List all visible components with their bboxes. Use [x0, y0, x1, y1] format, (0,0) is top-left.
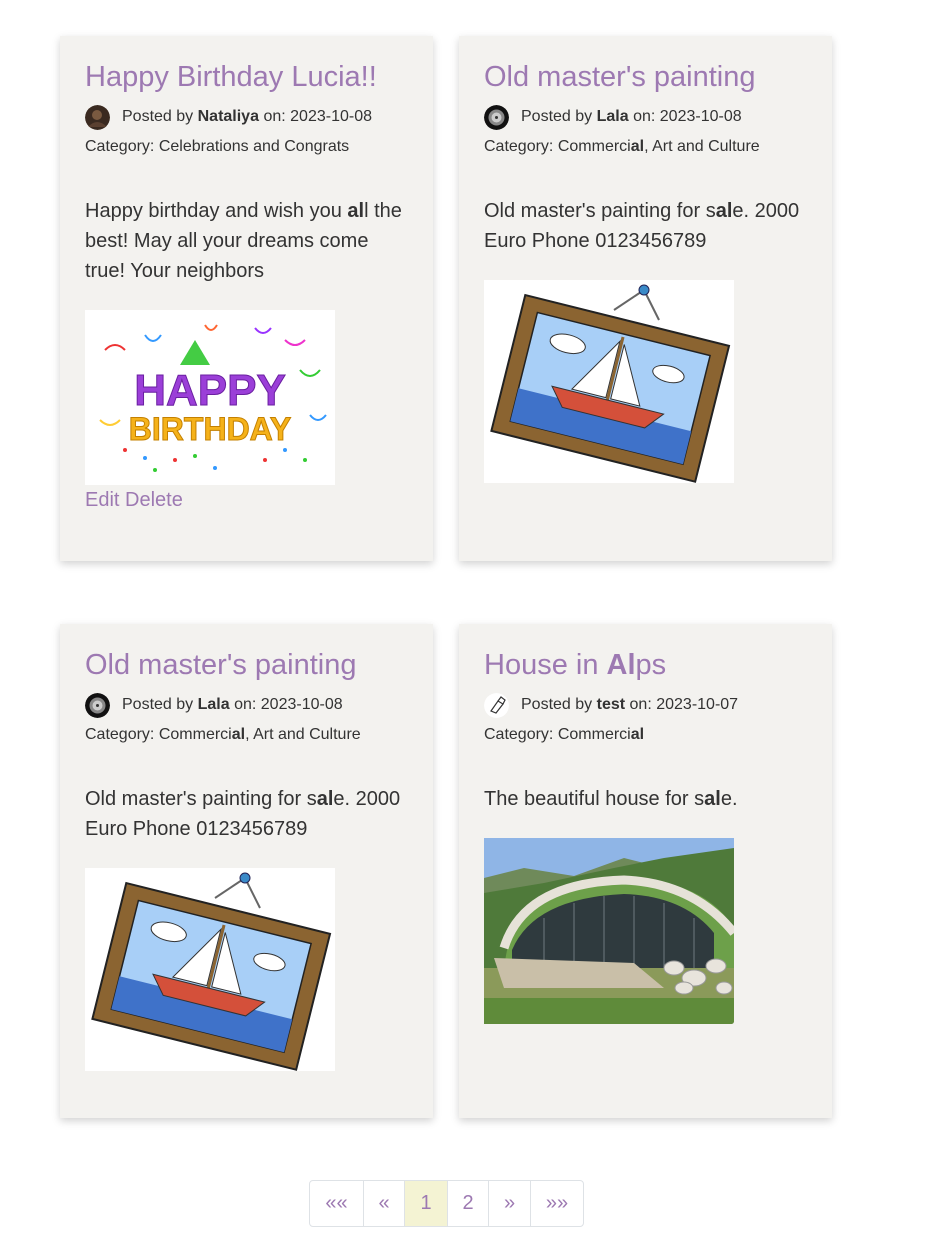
next-page-button[interactable]: »	[489, 1181, 531, 1226]
painting-image	[85, 868, 335, 1071]
post-card: Old master's painting Posted by Lala on:…	[60, 624, 433, 1118]
happy-birthday-image: HAPPY BIRTHDAY	[85, 310, 335, 485]
author-name: Lala	[596, 108, 629, 125]
on-label: on:	[263, 108, 286, 125]
post-date: 2023-10-08	[659, 108, 742, 125]
post-meta: Posted by test on: 2023-10-07	[484, 690, 807, 720]
painting-image	[484, 280, 734, 483]
post-body: The beautiful house for sale.	[484, 788, 738, 810]
author-avatar	[85, 104, 110, 130]
post-date: 2023-10-08	[290, 108, 372, 125]
post-body: Old master's painting for sale. 2000 Eur…	[484, 200, 800, 252]
post-body: Happy birthday and wish you all the best…	[85, 200, 402, 282]
author-name: Nataliya	[197, 108, 259, 125]
prev-page-button[interactable]: «	[364, 1181, 405, 1226]
alps-house-image	[484, 838, 734, 1024]
post-title[interactable]: Old master's painting	[85, 646, 408, 684]
category-label: Category:	[484, 726, 554, 743]
on-label: on:	[629, 696, 652, 713]
post-meta: Posted by Lala on: 2023-10-08	[85, 690, 408, 720]
post-meta: Posted by Nataliya on: 2023-10-08	[85, 102, 408, 132]
page-1-button[interactable]: 1	[405, 1181, 448, 1226]
category-label: Category:	[85, 138, 155, 155]
posted-by-label: Posted by	[521, 696, 593, 713]
author-name: Lala	[197, 696, 230, 713]
post-date: 2023-10-08	[260, 696, 343, 713]
category-label: Category:	[85, 726, 155, 743]
post-card: Old master's painting Posted by Lala on:…	[459, 36, 832, 561]
on-label: on:	[234, 696, 257, 713]
delete-link[interactable]: Delete	[125, 489, 183, 511]
post-card: House in Alps Posted by test on: 2023-10…	[459, 624, 832, 1118]
last-page-button[interactable]: »»	[531, 1181, 583, 1226]
post-body: Old master's painting for sale. 2000 Eur…	[85, 788, 401, 840]
post-category: Category: Commercial, Art and Culture	[484, 138, 760, 155]
svg-text:BIRTHDAY: BIRTHDAY	[129, 411, 291, 447]
post-title[interactable]: House in Alps	[484, 646, 807, 684]
post-category: Category: Commercial	[484, 726, 645, 743]
post-title[interactable]: Old master's painting	[484, 58, 807, 96]
posted-by-label: Posted by	[122, 108, 194, 125]
page-2-button[interactable]: 2	[448, 1181, 489, 1226]
posted-by-label: Posted by	[521, 108, 593, 125]
post-title[interactable]: Happy Birthday Lucia!!	[85, 58, 408, 96]
post-meta: Posted by Lala on: 2023-10-08	[484, 102, 807, 132]
first-page-button[interactable]: ««	[310, 1181, 364, 1226]
author-avatar	[484, 692, 509, 718]
post-category: Category: Celebrations and Congrats	[85, 132, 408, 162]
post-date: 2023-10-07	[656, 696, 739, 713]
post-category: Category: Commercial, Art and Culture	[85, 726, 361, 743]
author-avatar	[484, 104, 509, 130]
edit-link[interactable]: Edit	[85, 489, 119, 511]
svg-text:HAPPY: HAPPY	[134, 366, 286, 415]
category-value: Celebrations and Congrats	[158, 138, 350, 155]
post-actions: Edit Delete	[85, 487, 408, 513]
pagination: «« « 1 2 » »»	[309, 1180, 584, 1227]
author-avatar	[85, 692, 110, 718]
category-label: Category:	[484, 138, 554, 155]
post-card: Happy Birthday Lucia!! Posted by Nataliy…	[60, 36, 433, 561]
on-label: on:	[633, 108, 656, 125]
posted-by-label: Posted by	[122, 696, 194, 713]
author-name: test	[596, 696, 626, 713]
